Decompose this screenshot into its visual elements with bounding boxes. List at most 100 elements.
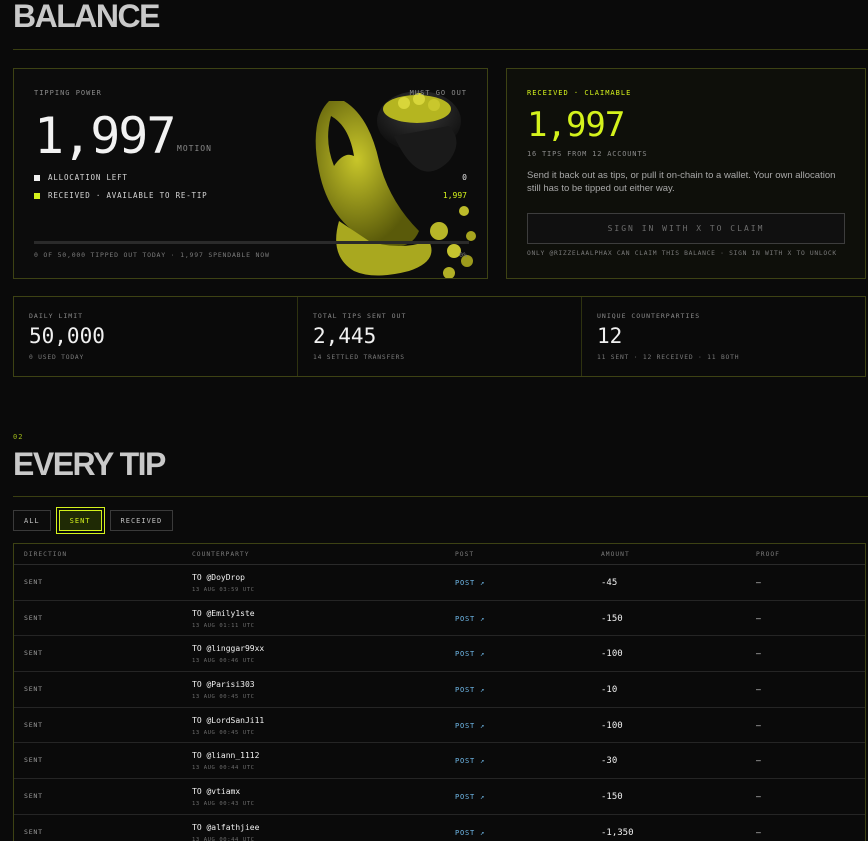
row-post-link[interactable]: POST ↗ bbox=[455, 579, 485, 587]
allocation-swatch bbox=[34, 174, 40, 181]
stat-sub: 11 SENT · 12 RECEIVED · 11 BOTH bbox=[597, 354, 740, 361]
column-header-direction: DIRECTION bbox=[24, 550, 68, 558]
section-number: 02 bbox=[13, 433, 24, 441]
row-amount: -45 bbox=[601, 578, 618, 588]
column-header-post: POST bbox=[455, 550, 475, 558]
filter-tab-received[interactable]: RECEIVED bbox=[109, 510, 174, 531]
tipping-power-value: 1,997 bbox=[34, 107, 177, 165]
row-timestamp: 13 AUG 00:44 UTC bbox=[192, 836, 255, 841]
tipped-out-summary: 0 OF 50,000 TIPPED OUT TODAY · 1,997 SPE… bbox=[34, 251, 270, 259]
row-amount: -100 bbox=[601, 649, 623, 660]
column-header-counterparty: COUNTERPARTY bbox=[192, 550, 250, 558]
row-counterparty[interactable]: TO @vtiamx bbox=[192, 787, 240, 796]
tip-filter-tabs: ALL SENT RECEIVED bbox=[13, 508, 174, 533]
row-timestamp: 13 AUG 03:59 UTC bbox=[192, 587, 255, 593]
row-timestamp: 13 AUG 00:45 UTC bbox=[192, 729, 255, 736]
row-direction: SENT bbox=[24, 613, 43, 622]
row-amount: -30 bbox=[601, 756, 618, 767]
row-post-link[interactable]: POST ↗ bbox=[455, 757, 485, 765]
table-row: SENT TO @Emily1ste 13 AUG 01:11 UTC POST ↗ -… bbox=[14, 601, 865, 637]
row-proof: — bbox=[756, 792, 761, 802]
divider bbox=[13, 49, 868, 50]
received-swatch bbox=[34, 192, 40, 199]
table-header: DIRECTION COUNTERPARTY POST AMOUNT PROOF bbox=[14, 544, 865, 565]
column-header-proof: PROOF bbox=[756, 550, 780, 558]
row-proof: — bbox=[756, 685, 761, 695]
row-post-link[interactable]: POST ↗ bbox=[455, 722, 485, 730]
row-direction: SENT bbox=[24, 720, 43, 729]
row-counterparty[interactable]: TO @liann_1112 bbox=[192, 751, 259, 760]
row-proof: — bbox=[756, 613, 761, 623]
row-counterparty[interactable]: TO @alfathjiee bbox=[192, 823, 259, 832]
row-post-link[interactable]: POST ↗ bbox=[455, 615, 485, 623]
divider bbox=[13, 496, 868, 497]
received-claimable-value: 1,997 bbox=[527, 105, 625, 145]
received-claimable-label: RECEIVED · CLAIMABLE bbox=[527, 89, 632, 97]
row-proof: — bbox=[756, 756, 761, 766]
stat-value: 2,445 bbox=[313, 324, 377, 348]
row-timestamp: 13 AUG 01:11 UTC bbox=[192, 622, 255, 629]
stat-sub: 14 SETTLED TRANSFERS bbox=[313, 354, 405, 361]
allocation-left-label: ALLOCATION LEFT bbox=[48, 173, 128, 182]
row-amount: -10 bbox=[601, 685, 618, 696]
row-counterparty[interactable]: TO @LordSanJi11 bbox=[192, 716, 264, 725]
row-direction: SENT bbox=[24, 827, 43, 836]
received-tips-count: 16 TIPS FROM 12 ACCOUNTS bbox=[527, 150, 648, 158]
received-retip-value: 1,997 bbox=[442, 191, 467, 200]
must-go-out-label: MUST GO OUT bbox=[409, 89, 467, 97]
balance-title: BALANCE bbox=[13, 0, 160, 34]
row-post-link[interactable]: POST ↗ bbox=[455, 829, 485, 837]
table-row: SENT TO @DoyDrop 13 AUG 03:59 UTC POST ↗ -45… bbox=[14, 565, 865, 601]
row-counterparty[interactable]: TO @DoyDrop bbox=[192, 573, 245, 582]
table-body: SENT TO @DoyDrop 13 AUG 03:59 UTC POST ↗ -45… bbox=[14, 565, 865, 841]
balance-page: BALANCE TIPPING POWER MUST GO OUT 1,997 … bbox=[0, 0, 868, 841]
allocation-left-legend: ALLOCATION LEFT bbox=[34, 173, 128, 182]
row-counterparty[interactable]: TO @Parisi303 bbox=[192, 680, 255, 689]
row-proof: — bbox=[756, 578, 761, 587]
row-timestamp: 13 AUG 00:45 UTC bbox=[192, 694, 255, 701]
row-post-link[interactable]: POST ↗ bbox=[455, 793, 485, 801]
row-post-link[interactable]: POST ↗ bbox=[455, 686, 485, 694]
row-amount: -100 bbox=[601, 720, 623, 731]
filter-tab-sent[interactable]: SENT bbox=[56, 508, 104, 533]
money-bag-figure-illustration bbox=[315, 91, 476, 278]
row-amount: -150 bbox=[601, 792, 623, 803]
tipping-power-label: TIPPING POWER bbox=[34, 89, 102, 97]
allocation-left-value: 0 bbox=[462, 173, 467, 182]
received-description: Send it back out as tips, or pull it on-… bbox=[527, 170, 836, 194]
row-post-link[interactable]: POST ↗ bbox=[455, 650, 485, 658]
table-row: SENT TO @LordSanJi11 13 AUG 00:45 UTC POST … bbox=[14, 708, 865, 744]
stat-label: DAILY LIMIT bbox=[29, 312, 84, 320]
row-proof: — bbox=[756, 649, 761, 659]
table-row: SENT TO @alfathjiee 13 AUG 00:44 UTC POST ↗… bbox=[14, 815, 865, 841]
row-timestamp: 13 AUG 00:43 UTC bbox=[192, 801, 255, 808]
row-direction: SENT bbox=[24, 578, 43, 586]
received-legend: RECEIVED · AVAILABLE TO RE-TIP bbox=[34, 191, 207, 200]
row-proof: — bbox=[756, 720, 761, 730]
stat-total-tips-sent: TOTAL TIPS SENT OUT 2,445 14 SETTLED TRA… bbox=[298, 297, 582, 376]
filter-tab-all[interactable]: ALL bbox=[13, 510, 51, 531]
claim-note: ONLY @RIZZELAALPHAX CAN CLAIM THIS BALAN… bbox=[527, 250, 837, 257]
every-tip-title: EVERY TIP bbox=[13, 446, 166, 482]
tipped-out-percent: 0% bbox=[459, 251, 467, 259]
column-header-amount: AMOUNT bbox=[601, 550, 630, 558]
tipping-power-card: TIPPING POWER MUST GO OUT 1,997 MOTION A… bbox=[13, 68, 488, 279]
table-row: SENT TO @vtiamx 13 AUG 00:43 UTC POST ↗ -150… bbox=[14, 779, 865, 815]
tips-table: DIRECTION COUNTERPARTY POST AMOUNT PROOF… bbox=[13, 543, 866, 841]
stat-value: 50,000 bbox=[29, 324, 105, 348]
stats-row: DAILY LIMIT 50,000 0 USED TODAY TOTAL TI… bbox=[13, 296, 866, 377]
table-row: SENT TO @linggar99xx 13 AUG 00:46 UTC POST … bbox=[14, 636, 865, 673]
table-row: SENT TO @Parisi303 13 AUG 00:45 UTC POST ↗ -… bbox=[14, 672, 865, 708]
tipping-power-unit: MOTION bbox=[177, 144, 212, 153]
stat-sub: 0 USED TODAY bbox=[29, 354, 85, 361]
received-retip-label: RECEIVED · AVAILABLE TO RE-TIP bbox=[48, 191, 208, 200]
row-direction: SENT bbox=[24, 792, 43, 801]
stat-label: UNIQUE COUNTERPARTIES bbox=[597, 312, 701, 320]
row-direction: SENT bbox=[24, 685, 43, 694]
row-direction: SENT bbox=[24, 649, 43, 658]
row-timestamp: 13 AUG 00:44 UTC bbox=[192, 765, 255, 772]
row-counterparty[interactable]: TO @linggar99xx bbox=[192, 644, 264, 653]
sign-in-to-claim-button[interactable]: SIGN IN WITH X TO CLAIM bbox=[527, 213, 845, 244]
row-counterparty[interactable]: TO @Emily1ste bbox=[192, 609, 255, 618]
received-claimable-card: RECEIVED · CLAIMABLE 1,997 16 TIPS FROM … bbox=[506, 68, 866, 279]
